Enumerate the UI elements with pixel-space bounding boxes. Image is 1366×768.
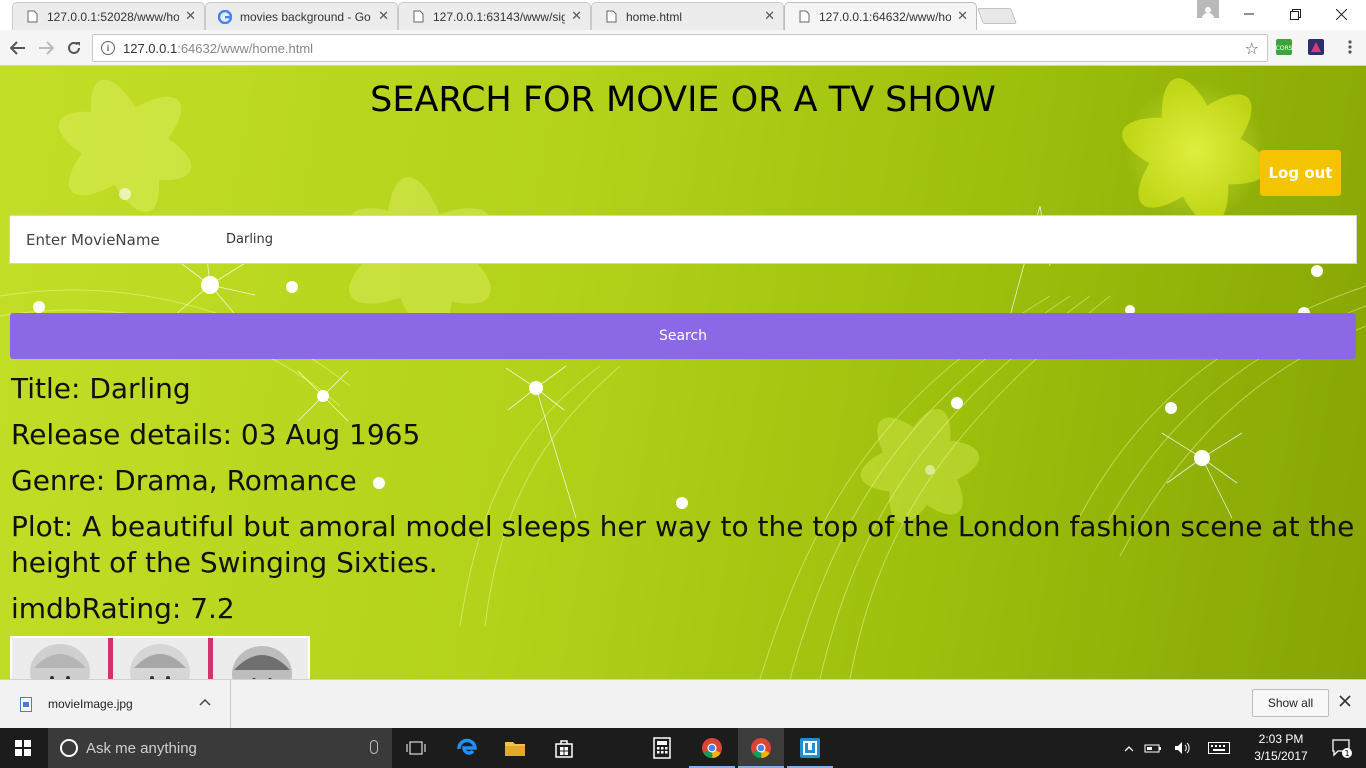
back-arrow-icon[interactable] [8,38,28,58]
tab-title: movies background - Go [240,9,371,24]
system-tray [1120,728,1234,768]
battery-icon[interactable] [1138,742,1168,754]
result-plot: Plot: A beautiful but amoral model sleep… [11,510,1355,579]
result-rating: imdbRating: 7.2 [11,592,235,625]
result-release: Release details: 03 Aug 1965 [11,418,421,451]
edge-browser-icon[interactable] [444,728,490,768]
search-field-row: Enter MovieName [9,215,1357,264]
calculator-icon[interactable] [639,728,685,768]
clock-time: 2:03 PM [1258,732,1304,746]
volume-icon[interactable] [1168,741,1198,755]
extension-icon[interactable] [1308,39,1324,55]
browser-tab-5-active[interactable]: 127.0.0.1:64632/www/ho ✕ [784,2,977,30]
minimize-icon[interactable] [1226,0,1272,28]
close-tab-icon[interactable]: ✕ [957,9,968,24]
chevron-up-icon[interactable] [1120,745,1138,752]
image-file-icon [20,696,32,712]
tab-title: 127.0.0.1:64632/www/ho [819,9,952,24]
close-tab-icon[interactable]: ✕ [764,9,775,24]
cortana-icon [60,739,78,757]
page-content: SEARCH FOR MOVIE OR A TV SHOW Log out En… [0,66,1366,679]
search-button[interactable]: Search [10,313,1356,359]
browser-tab-1[interactable]: 127.0.0.1:52028/www/ho ✕ [12,2,205,30]
close-tab-icon[interactable]: ✕ [571,9,582,24]
page-icon [797,10,811,24]
reload-icon[interactable] [64,38,84,58]
background-decoration [0,78,1366,679]
site-info-icon[interactable]: i [101,41,115,55]
microphone-icon[interactable] [370,740,378,754]
download-item[interactable]: movieImage.jpg [0,680,231,728]
bookmark-star-icon[interactable]: ☆ [1245,39,1259,58]
download-file-name: movieImage.jpg [48,697,133,711]
forward-arrow-icon[interactable] [36,38,56,58]
search-label: Enter MovieName [26,230,160,249]
cortana-placeholder: Ask me anything [86,739,197,757]
windows-taskbar: Ask me anything 2:03 PM 3/15/2017 1 [0,728,1366,768]
menu-dots-icon[interactable] [1342,39,1358,55]
notification-center-icon[interactable]: 1 [1318,728,1366,768]
task-view-icon[interactable] [393,728,439,768]
google-icon [218,9,232,24]
profile-icon[interactable] [1197,0,1219,18]
app-window-icon[interactable] [787,728,833,768]
store-icon[interactable] [541,728,587,768]
cortana-search-box[interactable]: Ask me anything [48,728,392,768]
page-icon [411,10,425,24]
movie-name-input[interactable] [210,216,1356,263]
close-download-bar-icon[interactable] [1339,692,1351,711]
chrome-icon[interactable] [689,728,735,768]
chrome-active-icon[interactable] [738,728,784,768]
page-icon [25,10,39,24]
address-bar[interactable]: i 127.0.0.1:64632/www/home.html ☆ [92,34,1268,62]
page-icon [604,10,618,24]
windows-start-icon[interactable] [0,728,46,768]
close-tab-icon[interactable]: ✕ [185,9,196,24]
tab-title: home.html [626,9,683,24]
page-title: SEARCH FOR MOVIE OR A TV SHOW [370,80,996,120]
svg-text:CORS: CORS [1276,45,1292,52]
notification-count: 1 [1344,749,1349,758]
close-window-icon[interactable] [1318,0,1364,28]
system-clock[interactable]: 2:03 PM 3/15/2017 [1246,731,1316,765]
tab-title: 127.0.0.1:63143/www/sig [433,9,566,24]
download-bar: movieImage.jpg Show all [0,679,1366,728]
movie-poster-image [10,636,310,679]
tab-strip: 127.0.0.1:52028/www/ho ✕ movies backgrou… [0,0,1366,30]
browser-tab-4[interactable]: home.html ✕ [591,2,784,30]
clock-date: 3/15/2017 [1254,749,1308,763]
keyboard-icon[interactable] [1204,742,1234,754]
address-url: 127.0.0.1:64632/www/home.html [123,40,314,56]
browser-toolbar: i 127.0.0.1:64632/www/home.html ☆ CORS [0,30,1366,66]
chevron-up-icon[interactable] [199,695,211,710]
browser-tab-3[interactable]: 127.0.0.1:63143/www/sig ✕ [398,2,591,30]
browser-tab-2[interactable]: movies background - Go ✕ [205,2,398,30]
result-title: Title: Darling [11,372,191,405]
cors-extension-icon[interactable]: CORS [1276,39,1293,55]
close-tab-icon[interactable]: ✕ [378,9,389,24]
file-explorer-icon[interactable] [492,728,538,768]
show-all-button[interactable]: Show all [1252,689,1329,717]
logout-button[interactable]: Log out [1260,150,1341,196]
result-genre: Genre: Drama, Romance [11,464,357,497]
restore-icon[interactable] [1272,0,1318,28]
new-tab-button[interactable] [977,8,1017,24]
tab-title: 127.0.0.1:52028/www/ho [47,9,180,24]
